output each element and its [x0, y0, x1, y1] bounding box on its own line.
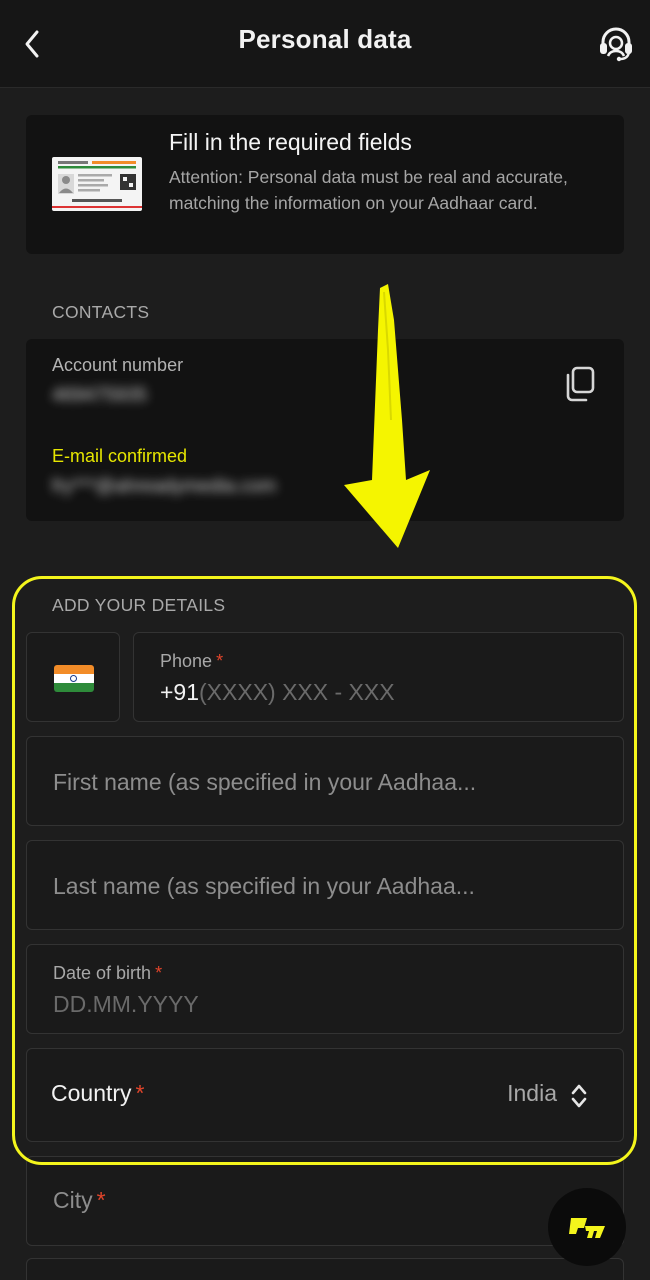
required-mark: * — [216, 651, 224, 671]
required-mark: * — [96, 1187, 106, 1213]
country-code-selector[interactable] — [26, 632, 120, 722]
page-title: Personal data — [238, 24, 412, 54]
parimatch-chat-button[interactable] — [548, 1188, 626, 1266]
country-label: Country — [51, 1080, 132, 1106]
sort-arrows-icon — [571, 1084, 587, 1108]
account-number-label: Account number — [52, 355, 184, 375]
phone-field[interactable]: Phone * +91(XXXX) XXX - XXX — [133, 632, 624, 722]
required-mark: * — [155, 963, 163, 983]
email-confirmed-label: E-mail confirmed — [52, 446, 188, 466]
top-bar: Personal data — [0, 0, 650, 88]
info-text: Attention: Personal data must be real an… — [169, 167, 568, 213]
required-mark: * — [135, 1080, 145, 1106]
last-name-placeholder: Last name (as specified in your Aadhaa..… — [53, 873, 475, 899]
parimatch-logo-icon — [569, 1218, 605, 1238]
dob-label: Date of birth — [53, 963, 152, 983]
account-number-value: 469475935 — [52, 385, 148, 406]
country-select[interactable]: Country * India — [26, 1048, 624, 1142]
email-value: fry***@ahreadymedia.com — [52, 476, 277, 497]
info-card: Fill in the required fields Attention: P… — [26, 115, 624, 254]
support-button[interactable] — [594, 22, 638, 66]
country-value: India — [507, 1080, 557, 1106]
date-of-birth-field[interactable]: Date of birth * DD.MM.YYYY — [26, 944, 624, 1034]
details-section-label: ADD YOUR DETAILS — [52, 595, 226, 615]
dob-placeholder: DD.MM.YYYY — [53, 991, 199, 1017]
info-title: Fill in the required fields — [169, 129, 412, 155]
phone-label: Phone — [160, 651, 213, 671]
aadhaar-card-icon — [52, 157, 142, 211]
copy-icon[interactable] — [562, 365, 596, 403]
india-flag-icon — [54, 665, 94, 692]
city-field[interactable]: City * — [26, 1156, 624, 1246]
next-field[interactable] — [26, 1258, 624, 1280]
contacts-section-label: CONTACTS — [52, 302, 150, 322]
contacts-card: Account number 469475935 E-mail confirme… — [26, 339, 624, 521]
phone-prefix: +91 — [160, 679, 200, 705]
support-headset-icon — [600, 27, 632, 62]
first-name-field[interactable]: First name (as specified in your Aadhaa.… — [26, 736, 624, 826]
phone-mask: (XXXX) XXX - XXX — [199, 679, 395, 705]
last-name-field[interactable]: Last name (as specified in your Aadhaa..… — [26, 840, 624, 930]
city-label: City — [53, 1187, 93, 1213]
arrow-down-annotation — [344, 284, 430, 548]
first-name-placeholder: First name (as specified in your Aadhaa.… — [53, 769, 477, 795]
